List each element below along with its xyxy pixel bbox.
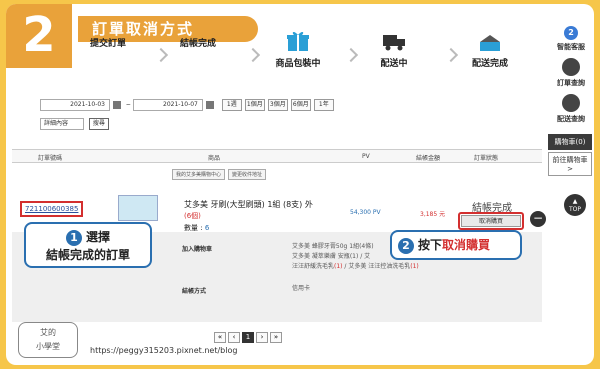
blog-url: https://peggy315203.pixnet.net/blog <box>90 346 238 355</box>
step-label: 配送完成 <box>471 59 508 69</box>
product-tags: 我的艾多美購物中心 變更收件地址 <box>172 169 269 180</box>
delivery-truck-icon <box>383 35 405 51</box>
sidebar-item-shipping-query[interactable]: 配送查詢 <box>548 94 594 124</box>
truck-icon <box>562 58 580 76</box>
date-separator: ~ <box>125 101 131 109</box>
sidebar-item-chatbot[interactable]: 2 智能客服 <box>548 22 594 52</box>
detail-row: 詳細內容 搜尋 <box>40 118 334 130</box>
product-name: 艾多美 牙刷(大型刷頭) 1組 (8支) 外 <box>184 200 313 209</box>
chat-count-badge: 2 <box>564 26 578 40</box>
product-quantity: (6個) <box>184 212 201 220</box>
callout-text: 按下 <box>418 238 443 252</box>
calendar-icon[interactable] <box>205 101 214 109</box>
step-delivered: 配送完成 <box>460 24 520 69</box>
callout-text: 選擇 <box>85 230 110 244</box>
item-text: 汪汪舒緩洗毛乳 <box>292 263 335 270</box>
prev-page-button[interactable]: ‹ <box>228 332 240 343</box>
people-icon <box>562 94 580 112</box>
column-header: 訂單號碼 <box>38 155 63 162</box>
first-page-button[interactable]: « <box>214 332 226 343</box>
step-shipping: 配送中 <box>364 24 424 69</box>
checkout-amount: 3,185 元 <box>420 211 446 218</box>
step-label: 結帳完成 <box>179 39 216 49</box>
add-to-cart-label: 加入購物車 <box>182 246 213 253</box>
range-1-week-button[interactable]: 1週 <box>221 99 242 111</box>
callout-highlight: 取消購買 <box>442 238 491 252</box>
step-label: 配送中 <box>380 59 408 69</box>
step-label: 提交訂單 <box>89 39 126 49</box>
column-header: PV <box>362 153 370 160</box>
date-from-input[interactable]: 2021-10-03 <box>40 99 110 111</box>
step-packaging: 商品包裝中 <box>268 24 328 69</box>
column-header: 訂單狀態 <box>474 155 499 162</box>
pv-value: 54,300 PV <box>350 209 381 216</box>
search-button[interactable]: 搜尋 <box>88 118 109 130</box>
range-1-year-button[interactable]: 1年 <box>313 99 334 111</box>
sidebar-item-order-query[interactable]: 訂單查詢 <box>548 58 594 88</box>
range-1-month-button[interactable]: 1個月 <box>244 99 265 111</box>
sidebar-label: 配送查詢 <box>557 115 585 123</box>
step-number-icon: 1 <box>65 230 82 246</box>
collapse-icon[interactable]: − <box>530 211 546 227</box>
house-icon <box>480 35 500 51</box>
back-to-top-button[interactable]: ▲ TOP <box>564 194 586 216</box>
table-header: 訂單號碼 商品 PV 結帳金額 訂單狀態 <box>12 149 542 163</box>
calendar-icon[interactable] <box>113 101 121 109</box>
list-item: 汪汪舒緩洗毛乳(1) / 艾多美 汪汪控油洗毛乳(1) <box>292 262 419 272</box>
top-label: TOP <box>568 206 581 213</box>
cancel-purchase-button[interactable]: 取消購買 <box>461 215 521 227</box>
page-frame: 2 訂單取消方式 提交訂單 結帳完成 商品包裝中 配送中 配送完成 2 智能客服… <box>6 4 594 365</box>
step-submit-order: 提交訂單 <box>78 36 138 49</box>
logo-text: 艾的 <box>40 328 56 337</box>
payment-method-label: 結帳方式 <box>182 288 207 295</box>
column-header: 商品 <box>208 155 221 162</box>
date-range-row: 2021-10-03 ~ 2021-10-07 1週 1個月 3個月 6個月 1年 <box>40 99 334 111</box>
chevron-right-icon <box>343 47 359 63</box>
step-number-icon: 2 <box>398 238 414 254</box>
cart-panel: 購物車(0) 前往購物車 > <box>548 134 592 176</box>
cart-button[interactable]: 購物車(0) <box>548 134 592 150</box>
quantity-value: 6 <box>204 224 210 232</box>
go-to-cart-link[interactable]: 前往購物車 > <box>548 152 592 176</box>
step-label: 商品包裝中 <box>275 59 321 69</box>
date-to-input[interactable]: 2021-10-07 <box>132 99 203 111</box>
column-header: 結帳金額 <box>416 155 441 162</box>
current-page[interactable]: 1 <box>242 332 254 343</box>
sidebar-label: 訂單查詢 <box>557 79 585 87</box>
step-number-badge: 2 <box>6 4 76 68</box>
item-qty: (1) <box>410 263 419 270</box>
detail-select[interactable]: 詳細內容 <box>40 118 84 130</box>
pagination: «‹ 1 ›» <box>214 332 284 343</box>
step-checkout-complete: 結帳完成 <box>168 36 228 49</box>
order-progress-steps: 提交訂單 結帳完成 商品包裝中 配送中 配送完成 <box>78 24 548 74</box>
gift-box-icon <box>287 31 309 51</box>
logo-text: 小學堂 <box>36 342 60 351</box>
callout-press-cancel: 2 按下取消購買 <box>390 230 522 260</box>
item-qty: (1) <box>334 263 343 270</box>
order-number-link[interactable]: 721100600385 <box>20 201 84 217</box>
quantity-label: 數量 : <box>184 224 205 232</box>
range-3-month-button[interactable]: 3個月 <box>267 99 288 111</box>
callout-select-order: 1 選擇 結帳完成的訂單 <box>24 222 152 268</box>
cancel-highlight: 取消購買 <box>458 212 524 230</box>
chevron-right-icon <box>245 47 261 63</box>
chevron-right-icon <box>153 47 169 63</box>
product-thumbnail <box>118 195 158 221</box>
blog-logo: 艾的 小學堂 <box>18 322 78 358</box>
last-page-button[interactable]: » <box>270 332 282 343</box>
order-filters: 2021-10-03 ~ 2021-10-07 1週 1個月 3個月 6個月 1年 詳細… <box>40 99 334 130</box>
store-tag-button[interactable]: 我的艾多美購物中心 <box>172 169 226 180</box>
callout-text: 結帳完成的訂單 <box>45 248 130 262</box>
payment-method-value: 信用卡 <box>292 285 311 292</box>
change-address-button[interactable]: 變更收件地址 <box>228 169 267 180</box>
sidebar-label: 智能客服 <box>557 43 585 51</box>
next-page-button[interactable]: › <box>256 332 268 343</box>
item-text: / 艾多美 汪汪控油洗毛乳 <box>342 263 411 270</box>
range-6-month-button[interactable]: 6個月 <box>290 99 311 111</box>
chevron-right-icon <box>443 47 459 63</box>
